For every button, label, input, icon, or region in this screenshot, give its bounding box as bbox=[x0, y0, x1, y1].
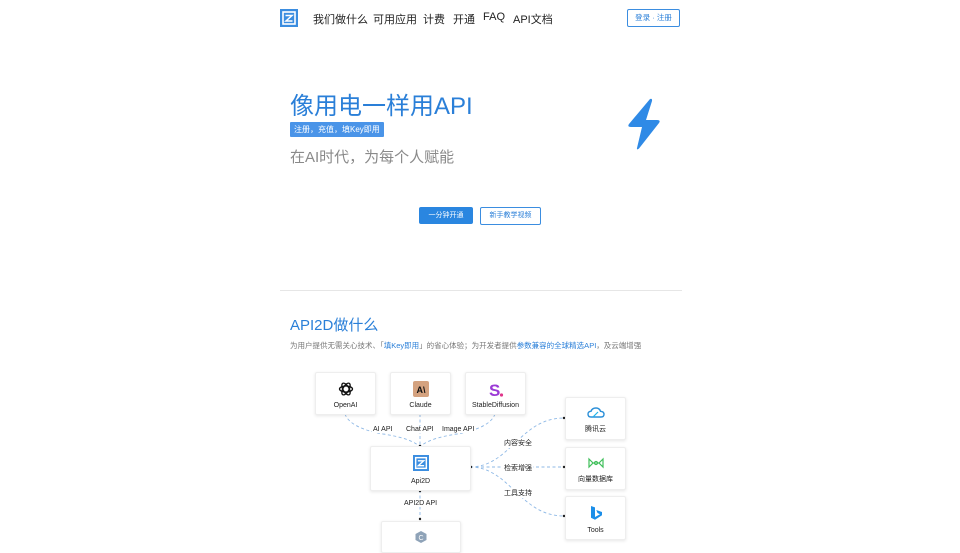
api2d-card: Api2D bbox=[370, 446, 471, 491]
stability-icon: S bbox=[489, 381, 503, 399]
edge-label-retrieval: 检索增强 bbox=[503, 463, 533, 473]
provider-card-openai: OpenAI bbox=[315, 372, 376, 415]
service-label: 腾讯云 bbox=[585, 426, 606, 433]
edge-label-content-security: 内容安全 bbox=[503, 438, 533, 448]
provider-card-claude: A\ Claude bbox=[390, 372, 451, 415]
service-card-tencent-cloud: 腾讯云 bbox=[565, 397, 626, 440]
openai-icon bbox=[338, 382, 353, 396]
edge-label-ai-api: AI API bbox=[372, 426, 394, 433]
vector-database-icon bbox=[587, 457, 604, 469]
bing-icon bbox=[590, 506, 602, 520]
edge-label-api2d-api: API2D API bbox=[403, 500, 439, 507]
svg-text:A\: A\ bbox=[416, 385, 425, 395]
app-hexagon-icon: C bbox=[415, 531, 427, 543]
svg-text:C: C bbox=[418, 535, 423, 542]
provider-label: OpenAI bbox=[333, 402, 358, 409]
edge-label-chat-api: Chat API bbox=[405, 426, 435, 433]
service-label: Tools bbox=[587, 527, 604, 534]
tencent-cloud-icon bbox=[586, 407, 605, 418]
api2d-icon bbox=[412, 455, 429, 471]
service-label: 向量数据库 bbox=[578, 476, 613, 483]
edge-label-tools: 工具支持 bbox=[503, 488, 533, 498]
service-card-vector-db: 向量数据库 bbox=[565, 447, 626, 490]
client-app-card: C bbox=[381, 521, 461, 553]
svg-text:S: S bbox=[489, 381, 500, 399]
api2d-label: Api2D bbox=[410, 478, 431, 485]
provider-label: StableDiffusion bbox=[472, 402, 519, 409]
service-card-tools: Tools bbox=[565, 496, 626, 540]
diagram-connectors bbox=[344, 413, 566, 521]
provider-label: Claude bbox=[409, 402, 432, 409]
claude-icon: A\ bbox=[412, 381, 429, 397]
edge-label-image-api: Image API bbox=[441, 426, 476, 433]
provider-card-stablediffusion: S StableDiffusion bbox=[465, 372, 526, 415]
